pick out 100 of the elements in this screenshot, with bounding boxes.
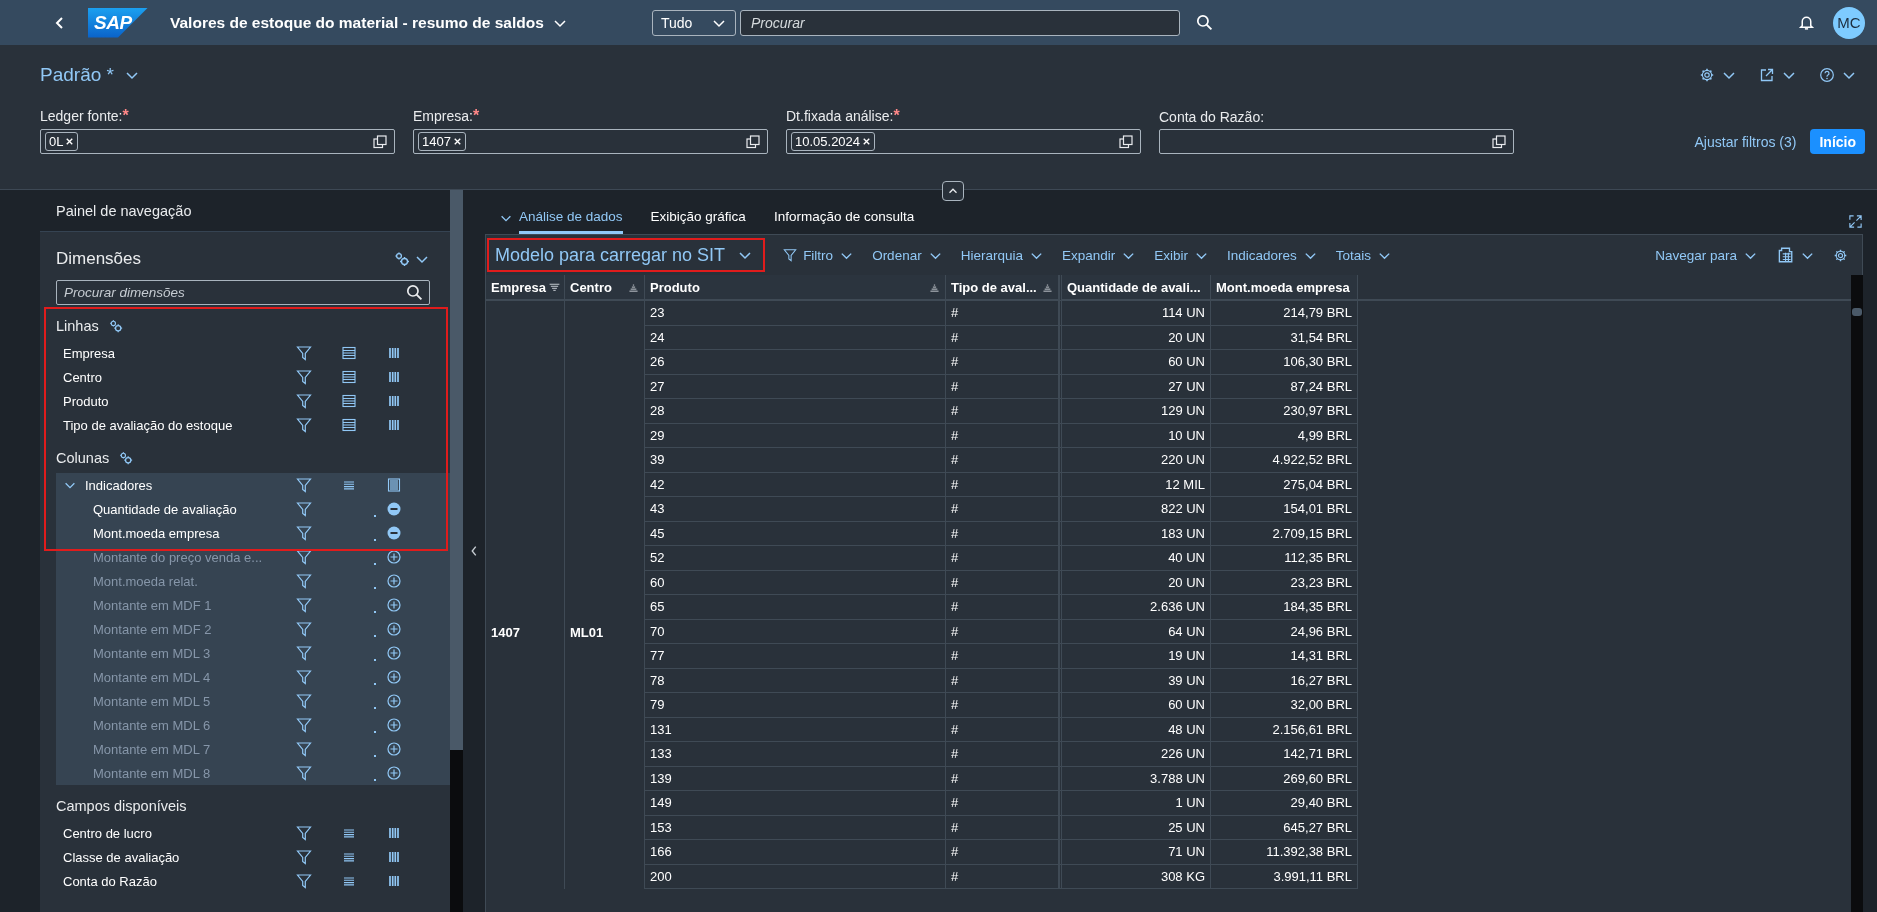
toolbar-menu[interactable]: Ordenar [872,247,943,263]
app-title-menu[interactable]: Valores de estoque do material - resumo de saldos [170,13,568,32]
filter-icon[interactable] [296,669,312,685]
columns-icon[interactable] [386,393,402,409]
token[interactable]: 1407 [418,132,466,151]
column-header[interactable]: Tipo de aval... [946,275,1059,301]
filter-icon[interactable] [296,573,312,589]
measure-group[interactable]: Indicadores [56,477,296,493]
filter-icon[interactable] [296,345,312,361]
filter-icon[interactable] [296,849,312,865]
toolbar-menu[interactable]: Expandir [1061,247,1137,263]
export-menu[interactable] [1776,246,1815,264]
filter-icon[interactable] [296,549,312,565]
measure-item[interactable]: Quantidade de avaliação [56,501,296,517]
columns-icon[interactable] [386,849,402,865]
toolbar-menu[interactable]: Filtro [783,247,855,263]
value-help-icon[interactable] [1491,133,1507,150]
add-icon[interactable] [386,693,402,709]
toolbar-menu[interactable]: Exibir [1154,247,1209,263]
filter-icon[interactable] [296,765,312,781]
dimension-item[interactable]: Classe de avaliação [56,849,296,865]
help-button[interactable] [1819,67,1857,83]
token[interactable]: 0L [45,132,79,151]
add-icon[interactable] [386,621,402,637]
filter-icon[interactable] [296,417,312,433]
notifications-button[interactable] [1798,14,1815,31]
logo[interactable]: SAP [88,7,148,38]
filter-icon[interactable] [296,477,312,493]
value-help-icon[interactable] [745,133,761,150]
filter-icon[interactable] [296,645,312,661]
filter-icon[interactable] [296,393,312,409]
columns-icon[interactable] [386,873,402,889]
add-icon[interactable] [386,741,402,757]
column-header[interactable]: Produto [645,275,946,301]
settings-button[interactable] [1833,247,1848,263]
add-icon[interactable] [386,765,402,781]
dimension-item[interactable]: Centro [56,369,296,385]
search-icon[interactable] [406,284,423,301]
columns-icon[interactable] [386,417,402,433]
gears-icon[interactable] [119,451,134,465]
add-icon[interactable] [386,549,402,565]
value-help-icon[interactable] [1118,133,1134,150]
value-help-icon[interactable] [372,133,388,150]
share-button[interactable] [1759,67,1797,83]
toolbar-menu[interactable]: Totais [1335,247,1393,263]
settings-menu-button[interactable] [394,251,430,267]
dimension-item[interactable]: Empresa [56,345,296,361]
rows-icon[interactable] [341,345,357,361]
column-header[interactable]: Centro [565,275,645,301]
rows-icon[interactable] [341,417,357,433]
add-icon[interactable] [386,645,402,661]
add-icon[interactable] [386,573,402,589]
add-icon[interactable] [386,717,402,733]
collapse-header-button[interactable] [942,181,964,201]
columns-icon[interactable] [386,345,402,361]
search-field[interactable]: Procurar [740,9,1180,36]
add-icon[interactable] [386,597,402,613]
filter-icon[interactable] [296,741,312,757]
adjust-filters-link[interactable]: Ajustar filtros (3) [1694,133,1797,150]
toolbar-menu[interactable]: Indicadores [1227,247,1318,263]
toolbar-menu[interactable]: Hierarquia [960,247,1044,263]
search-scope-select[interactable]: Tudo [652,9,736,36]
tab[interactable]: Informação de consulta [773,209,915,234]
measure-item[interactable]: Mont.moeda empresa [56,525,296,541]
filter-icon[interactable] [296,873,312,889]
filter-icon[interactable] [296,525,312,541]
columns-icon[interactable] [386,477,402,493]
fullscreen-icon[interactable] [1848,214,1863,229]
rows-icon[interactable] [341,369,357,385]
column-header[interactable]: Empresa [486,275,565,301]
column-header[interactable]: Mont.moeda empresa [1211,275,1358,301]
dimension-item[interactable]: Conta do Razão [56,873,296,889]
filter-icon[interactable] [296,621,312,637]
view-selector[interactable]: Modelo para carregar no SIT [487,238,766,272]
column-header[interactable]: Quantidade de avali... [1059,275,1211,301]
remove-icon[interactable] [386,501,402,517]
search-field[interactable]: Procurar dimensões [56,280,430,305]
gears-icon[interactable] [108,319,123,333]
tab[interactable]: Exibição gráfica [650,209,746,234]
filter-icon[interactable] [296,597,312,613]
variant-selector[interactable]: Padrão * [40,64,140,86]
columns-icon[interactable] [386,369,402,385]
settings-button[interactable] [1699,67,1737,83]
add-icon[interactable] [386,669,402,685]
filter-icon[interactable] [296,825,312,841]
filter-icon[interactable] [296,369,312,385]
dimension-item[interactable]: Centro de lucro [56,825,296,841]
scrollbar[interactable] [1851,275,1863,912]
dimension-item[interactable]: Produto [56,393,296,409]
token[interactable]: 10.05.2024 [791,132,876,151]
avatar[interactable]: MC [1833,6,1865,39]
navigate-menu[interactable]: Navegar para [1655,247,1758,263]
columns-icon[interactable] [386,825,402,841]
rows-icon[interactable] [341,393,357,409]
filter-field[interactable]: 10.05.2024 [786,129,1141,154]
scrollbar[interactable] [450,190,463,912]
filter-field[interactable]: 0L [40,129,395,154]
remove-icon[interactable] [386,525,402,541]
filter-icon[interactable] [296,501,312,517]
search-button[interactable] [1196,14,1213,31]
